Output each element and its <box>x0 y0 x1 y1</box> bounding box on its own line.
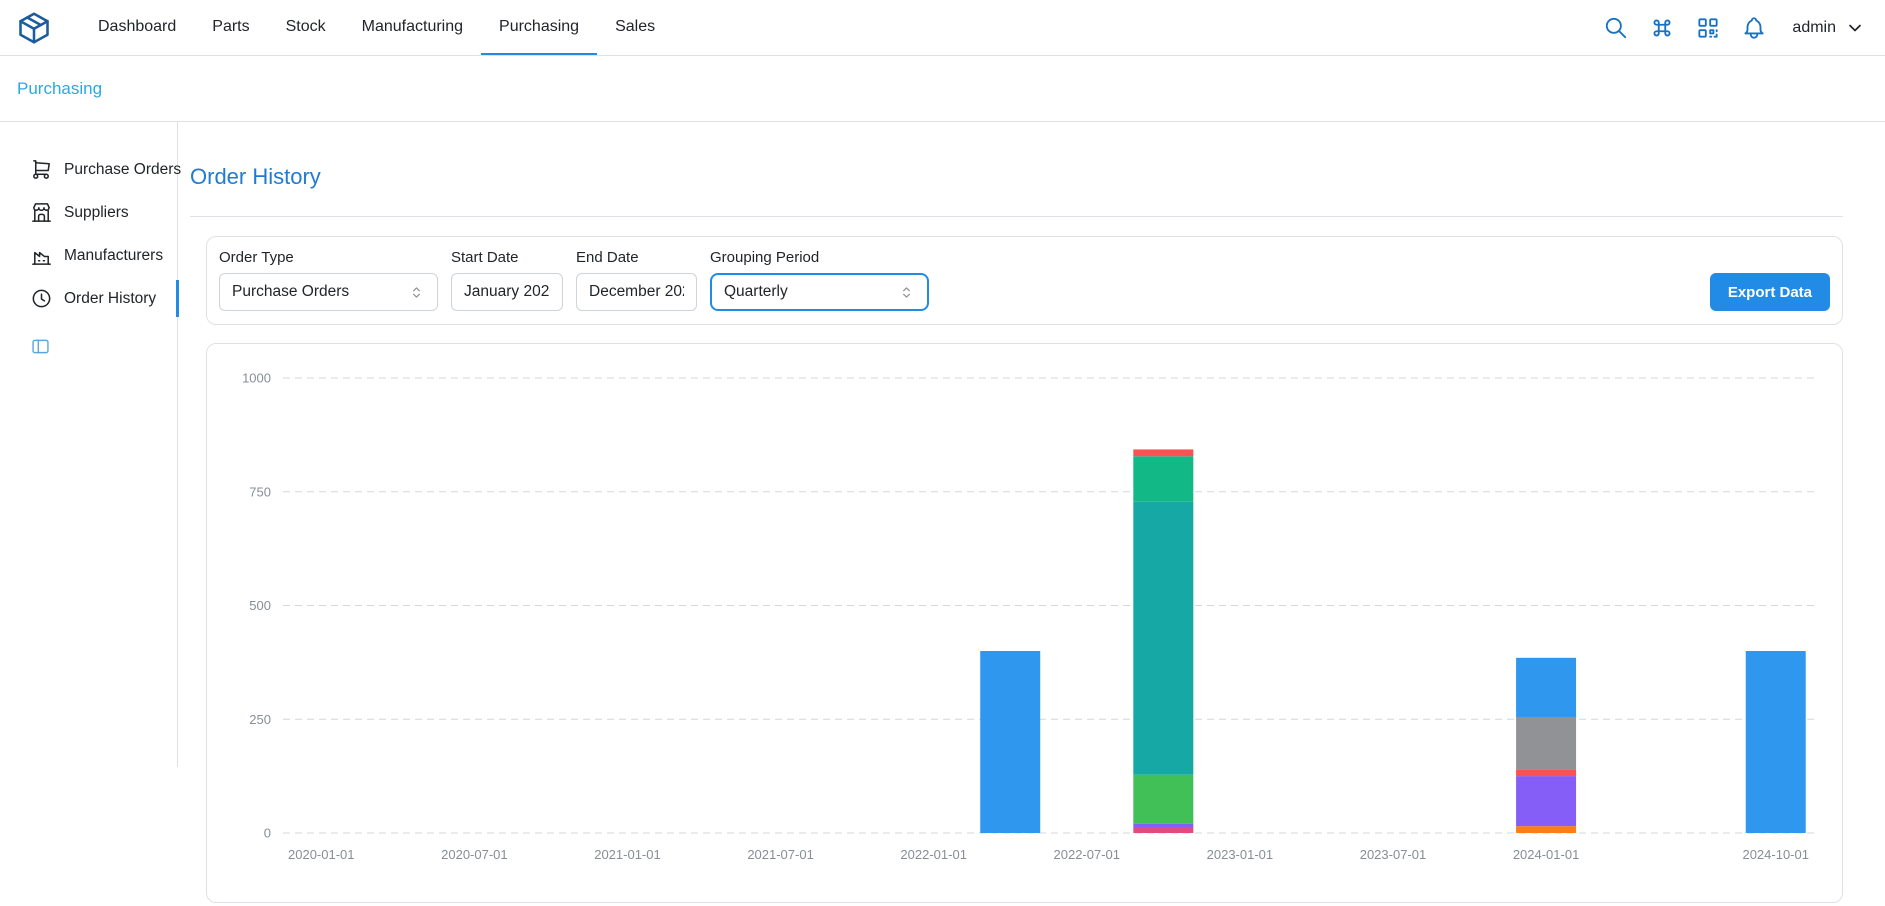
svg-text:2024-01-01: 2024-01-01 <box>1513 847 1580 862</box>
svg-text:2024-10-01: 2024-10-01 <box>1742 847 1809 862</box>
order-type-select[interactable]: Purchase Orders <box>219 273 438 311</box>
end-date-group: End Date <box>576 249 697 311</box>
scan-button[interactable] <box>1688 8 1728 48</box>
sidebar-item-purchase-orders[interactable]: Purchase Orders <box>0 148 177 191</box>
end-date-label: End Date <box>576 249 697 266</box>
tab-label: Parts <box>212 18 249 36</box>
command-palette-button[interactable] <box>1642 8 1682 48</box>
tab-purchasing[interactable]: Purchasing <box>481 0 597 55</box>
grouping-period-select[interactable]: Quarterly <box>710 273 929 311</box>
search-button[interactable] <box>1596 8 1636 48</box>
building-store-icon <box>30 201 53 224</box>
selector-chevrons-icon <box>898 284 915 301</box>
page-title: Order History <box>190 162 1843 192</box>
sidebar-item-manufacturers[interactable]: Manufacturers <box>0 234 177 277</box>
tab-label: Dashboard <box>98 18 176 36</box>
sidebar-item-label: Order History <box>64 290 156 308</box>
selector-chevrons-icon <box>408 284 425 301</box>
sidebar-item-suppliers[interactable]: Suppliers <box>0 191 177 234</box>
main-panel: Order History Order Type Purchase Orders… <box>178 122 1885 903</box>
main-nav-tabs: Dashboard Parts Stock Manufacturing Purc… <box>80 0 673 55</box>
tab-stock[interactable]: Stock <box>268 0 344 55</box>
history-icon <box>30 287 53 310</box>
tab-manufacturing[interactable]: Manufacturing <box>344 0 481 55</box>
sidebar-item-label: Suppliers <box>64 204 129 222</box>
breadcrumb-purchasing[interactable]: Purchasing <box>17 79 102 99</box>
grouping-period-label: Grouping Period <box>710 249 929 266</box>
tab-label: Manufacturing <box>362 18 463 36</box>
app-header: Dashboard Parts Stock Manufacturing Purc… <box>0 0 1885 56</box>
tab-sales[interactable]: Sales <box>597 0 673 55</box>
end-date-input[interactable] <box>576 273 697 311</box>
factory-icon <box>30 244 53 267</box>
order-history-chart-card: 0 250 500 750 1000 2020-01-01 2020-07-01 2021-0… <box>206 343 1843 903</box>
divider <box>190 216 1843 217</box>
chevron-down-icon <box>1845 18 1865 38</box>
sidebar-item-label: Purchase Orders <box>64 161 181 179</box>
sidebar-item-label: Manufacturers <box>64 247 163 265</box>
svg-text:2020-07-01: 2020-07-01 <box>441 847 508 862</box>
svg-text:500: 500 <box>249 598 271 613</box>
user-menu[interactable]: admin <box>1792 18 1865 38</box>
content: Purchase Orders Suppliers <box>0 122 1885 903</box>
svg-text:2022-01-01: 2022-01-01 <box>900 847 967 862</box>
start-date-label: Start Date <box>451 249 563 266</box>
svg-text:750: 750 <box>249 484 271 499</box>
svg-text:2023-01-01: 2023-01-01 <box>1207 847 1274 862</box>
tab-dashboard[interactable]: Dashboard <box>80 0 194 55</box>
svg-text:2023-07-01: 2023-07-01 <box>1360 847 1427 862</box>
sidebar-item-order-history[interactable]: Order History <box>0 277 177 320</box>
svg-text:2021-07-01: 2021-07-01 <box>747 847 814 862</box>
breadcrumb: Purchasing <box>0 56 1885 122</box>
order-type-value: Purchase Orders <box>232 283 349 301</box>
username: admin <box>1792 19 1836 37</box>
svg-text:0: 0 <box>264 826 271 841</box>
sidebar-collapse-icon <box>30 336 51 357</box>
svg-text:2021-01-01: 2021-01-01 <box>594 847 661 862</box>
app-logo-icon[interactable] <box>16 0 52 55</box>
tab-label: Sales <box>615 18 655 36</box>
sidebar: Purchase Orders Suppliers <box>0 122 178 767</box>
tab-label: Stock <box>286 18 326 36</box>
order-type-label: Order Type <box>219 249 438 266</box>
sidebar-collapse-button[interactable] <box>30 336 54 360</box>
bell-icon <box>1741 15 1767 41</box>
svg-text:2022-07-01: 2022-07-01 <box>1054 847 1121 862</box>
grouping-period-value: Quarterly <box>724 283 788 301</box>
export-data-button[interactable]: Export Data <box>1710 273 1830 311</box>
svg-text:250: 250 <box>249 712 271 727</box>
page: Dashboard Parts Stock Manufacturing Purc… <box>0 0 1885 903</box>
tab-label: Purchasing <box>499 18 579 36</box>
search-icon <box>1603 15 1629 41</box>
qr-code-icon <box>1695 15 1721 41</box>
command-icon <box>1649 15 1675 41</box>
order-type-group: Order Type Purchase Orders <box>219 249 438 311</box>
header-actions: admin <box>1596 0 1865 55</box>
notifications-button[interactable] <box>1734 8 1774 48</box>
grouping-period-group: Grouping Period Quarterly <box>710 249 929 311</box>
start-date-input[interactable] <box>451 273 563 311</box>
tab-parts[interactable]: Parts <box>194 0 267 55</box>
shopping-cart-icon <box>30 158 53 181</box>
svg-text:2020-01-01: 2020-01-01 <box>288 847 355 862</box>
svg-text:1000: 1000 <box>242 371 271 386</box>
filter-panel: Order Type Purchase Orders Start Date En… <box>206 236 1843 325</box>
start-date-group: Start Date <box>451 249 563 311</box>
order-history-chart: 0 250 500 750 1000 2020-01-01 2020-07-01 2021-0… <box>223 360 1826 886</box>
